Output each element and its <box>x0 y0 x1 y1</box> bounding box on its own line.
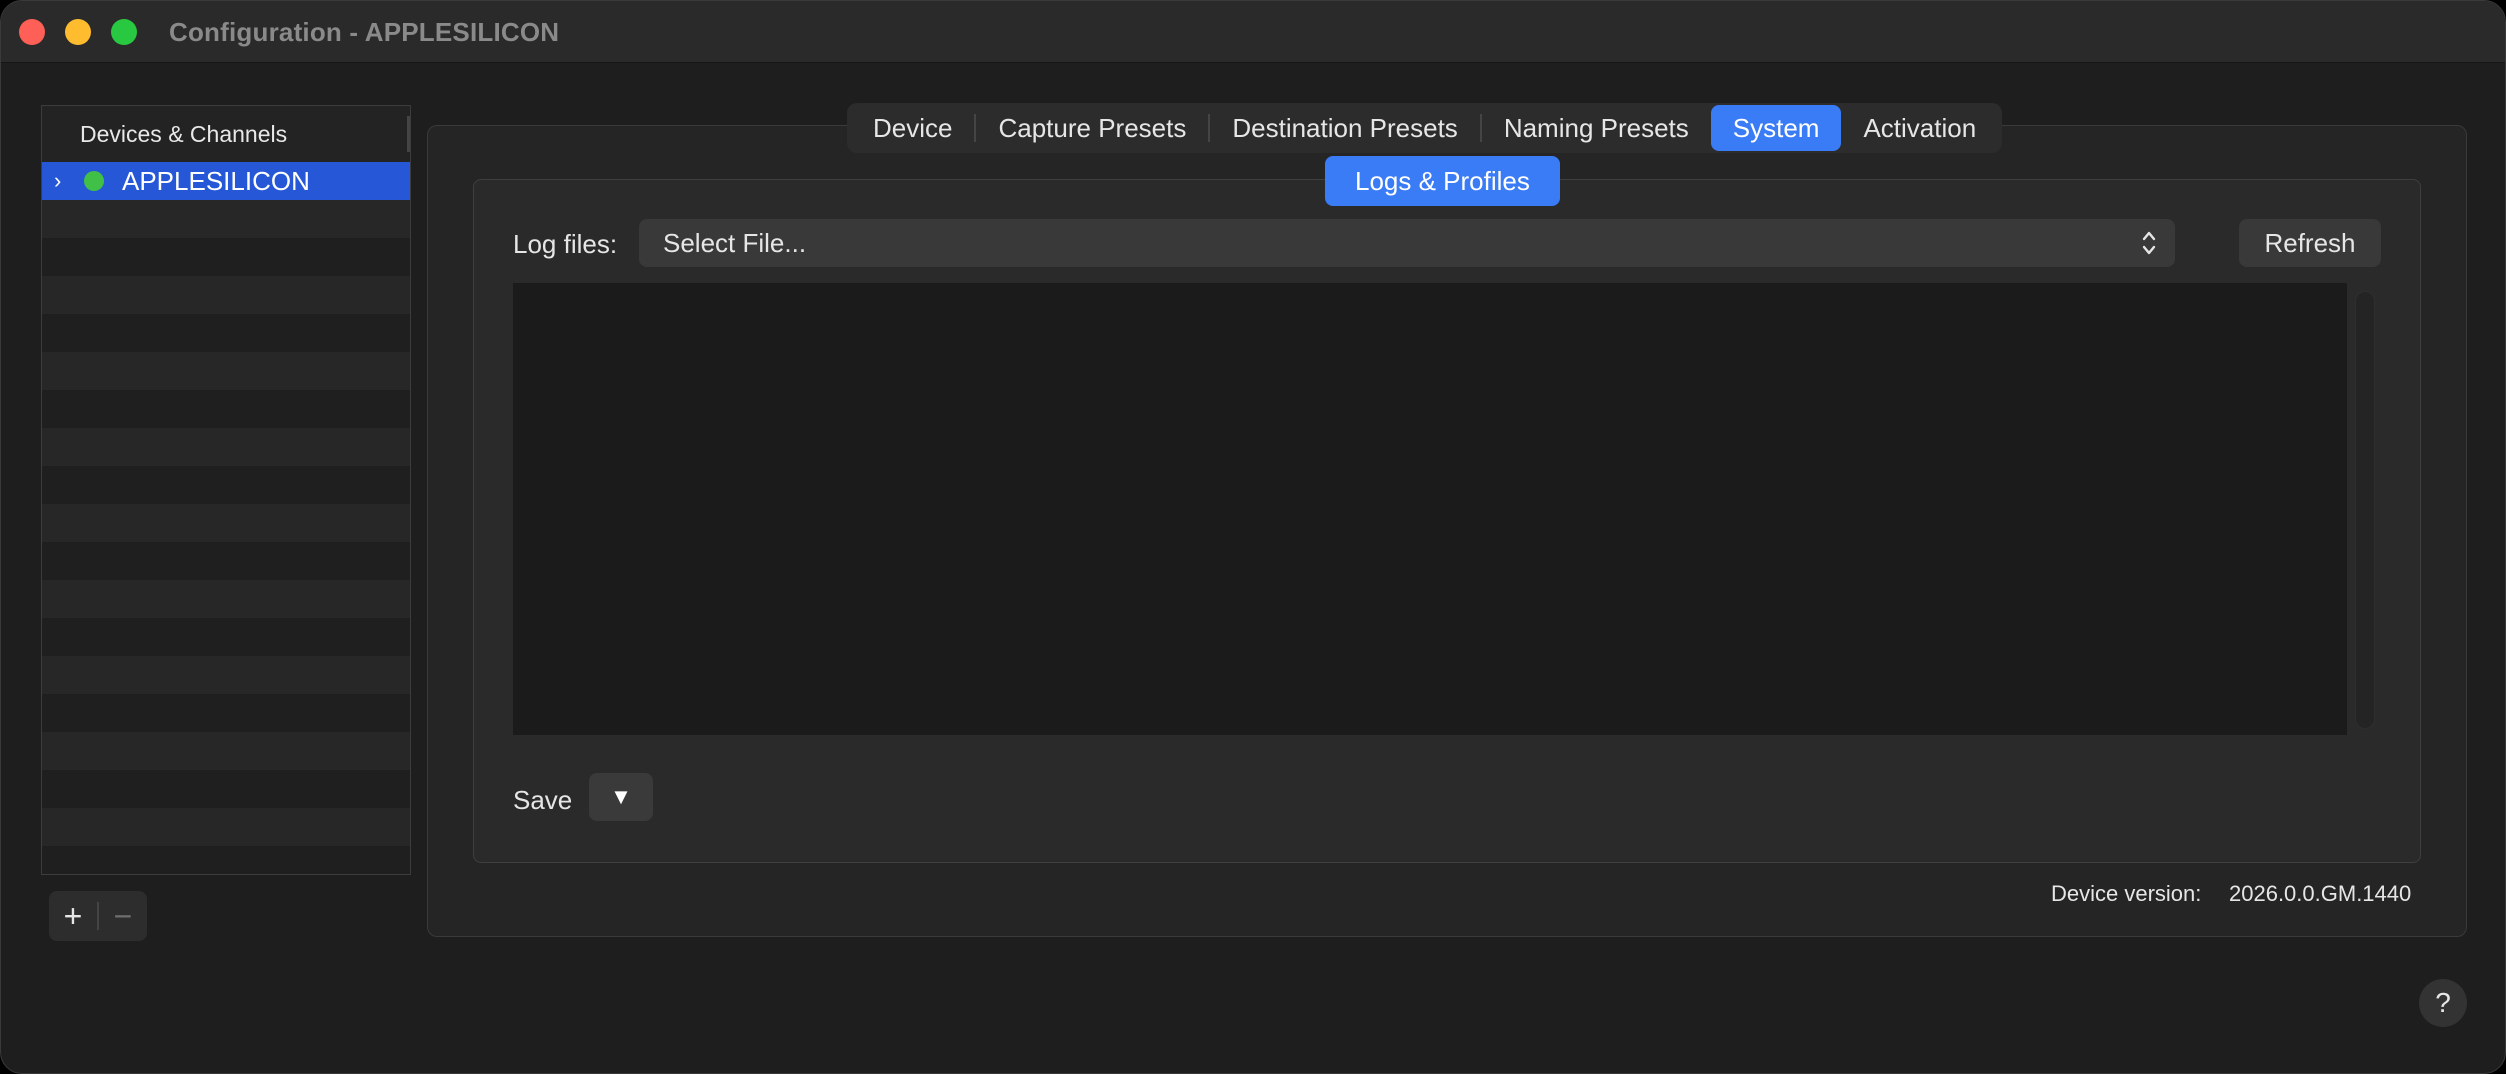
save-menu-button[interactable]: ▼ <box>589 773 653 821</box>
help-button[interactable]: ? <box>2419 979 2467 1027</box>
list-row <box>42 238 410 276</box>
add-device-button[interactable]: + <box>49 891 97 941</box>
list-row <box>42 580 410 618</box>
list-row <box>42 428 410 466</box>
chevron-right-icon[interactable]: › <box>54 168 76 194</box>
remove-device-button[interactable]: − <box>99 891 147 941</box>
log-file-select-value: Select File... <box>663 227 807 258</box>
list-row <box>42 314 410 352</box>
column-divider <box>407 116 410 152</box>
device-version-value: 2026.0.0.GM.1440 <box>2229 881 2412 906</box>
log-file-select[interactable]: Select File... <box>639 219 2175 267</box>
log-text-view[interactable] <box>513 283 2347 735</box>
list-row <box>42 390 410 428</box>
device-row-applesilicon[interactable]: › APPLESILICON <box>42 162 410 200</box>
save-label: Save <box>513 785 573 815</box>
list-row <box>42 276 410 314</box>
list-row <box>42 352 410 390</box>
tab-device[interactable]: Device <box>851 105 974 151</box>
tab-activation[interactable]: Activation <box>1841 105 1998 151</box>
list-row <box>42 504 410 542</box>
add-remove-control: + − <box>49 891 147 941</box>
sidebar-header[interactable]: Devices & Channels <box>42 106 410 162</box>
list-row <box>42 542 410 580</box>
tab-system[interactable]: System <box>1710 105 1842 151</box>
tab-bar: Device Capture Presets Destination Prese… <box>847 103 2003 153</box>
list-row <box>42 694 410 732</box>
log-files-label: Log files: <box>513 229 618 259</box>
refresh-button[interactable]: Refresh <box>2239 219 2381 267</box>
title-bar[interactable]: Configuration - APPLESILICON <box>1 1 2505 63</box>
device-version-label: Device version: <box>2051 881 2202 906</box>
device-list: › APPLESILICON <box>42 162 410 874</box>
tab-destination-presets[interactable]: Destination Presets <box>1210 105 1479 151</box>
device-name: APPLESILICON <box>122 165 310 196</box>
log-scrollbar[interactable] <box>2355 291 2375 729</box>
tab-capture-presets[interactable]: Capture Presets <box>976 105 1208 151</box>
list-row <box>42 466 410 504</box>
window-title: Configuration - APPLESILICON <box>169 17 560 47</box>
triangle-down-icon: ▼ <box>610 784 632 809</box>
zoom-window-button[interactable] <box>111 19 137 45</box>
list-row <box>42 656 410 694</box>
tab-naming-presets[interactable]: Naming Presets <box>1482 105 1711 151</box>
subtab-logs-profiles[interactable]: Logs & Profiles <box>1325 156 1560 206</box>
status-dot-icon <box>84 171 104 191</box>
list-row <box>42 846 410 874</box>
list-row <box>42 732 410 770</box>
minimize-window-button[interactable] <box>65 19 91 45</box>
config-window: Configuration - APPLESILICON Devices & C… <box>0 0 2506 1074</box>
list-row <box>42 200 410 238</box>
list-row <box>42 808 410 846</box>
close-window-button[interactable] <box>19 19 45 45</box>
list-row <box>42 770 410 808</box>
devices-sidebar: Devices & Channels › APPLESILICON <box>41 105 411 875</box>
up-down-chevron-icon <box>2142 231 2156 255</box>
sidebar-header-label: Devices & Channels <box>80 120 288 147</box>
list-row <box>42 618 410 656</box>
